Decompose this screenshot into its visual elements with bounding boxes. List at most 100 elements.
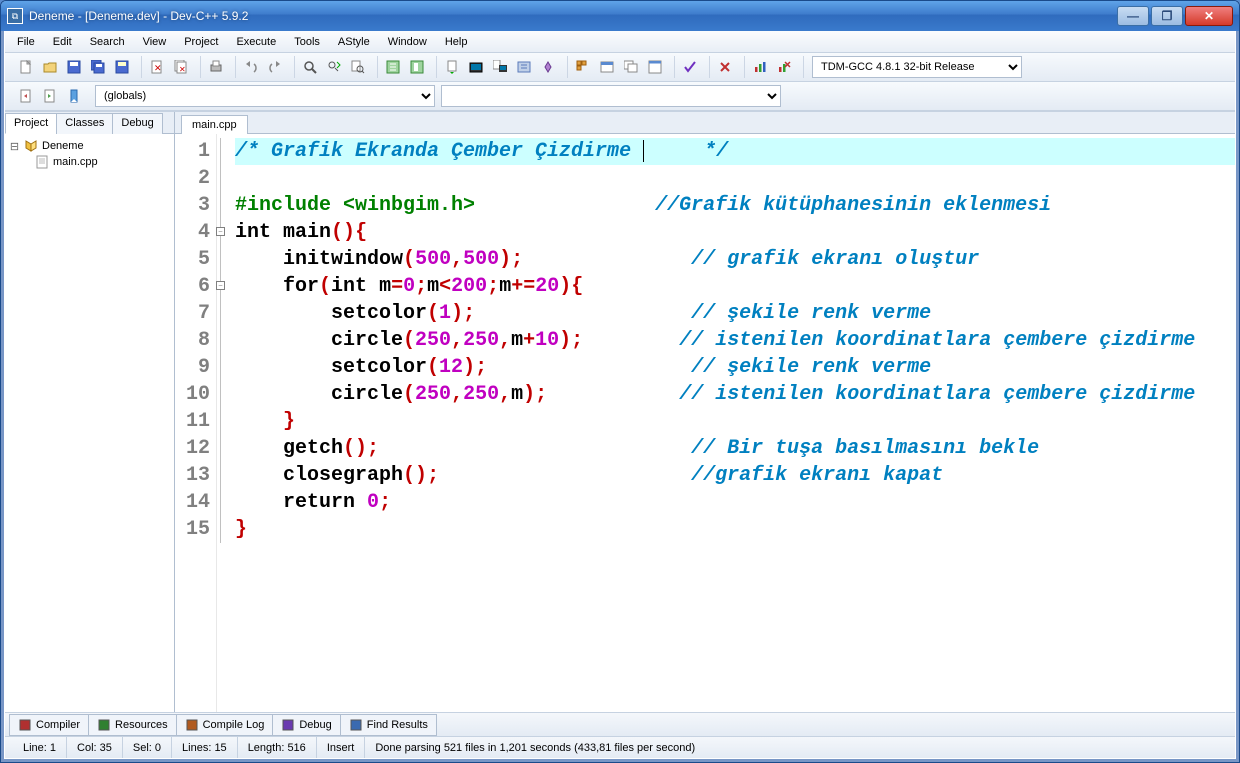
app-window: ⧉ Deneme - [Deneme.dev] - Dev-C++ 5.9.2 … xyxy=(0,0,1240,763)
fold-icon[interactable]: − xyxy=(216,281,225,290)
app-icon: ⧉ xyxy=(7,8,23,24)
close-button[interactable]: ✕ xyxy=(1185,6,1233,26)
menu-astyle[interactable]: AStyle xyxy=(330,34,378,50)
output-tab-find-results[interactable]: Find Results xyxy=(340,714,437,736)
menu-execute[interactable]: Execute xyxy=(228,34,284,50)
code-line[interactable] xyxy=(235,165,1235,192)
code-editor[interactable]: 1234−56−789101112131415 /* Grafik Ekrand… xyxy=(175,134,1235,712)
code-line[interactable]: return 0; xyxy=(235,489,1235,516)
output-tabs: Compiler Resources Compile Log Debug Find Re… xyxy=(5,712,1235,736)
menu-window[interactable]: Window xyxy=(380,34,435,50)
save-all-icon[interactable] xyxy=(87,56,109,78)
profile-icon[interactable] xyxy=(572,56,594,78)
code-line[interactable]: } xyxy=(235,516,1235,543)
tree-file-label: main.cpp xyxy=(53,156,98,168)
code-line[interactable]: circle(250,250,m+10); // istenilen koord… xyxy=(235,327,1235,354)
tab-label: Compile Log xyxy=(203,719,265,731)
find-icon[interactable] xyxy=(299,56,321,78)
menu-search[interactable]: Search xyxy=(82,34,133,50)
find-in-files-icon[interactable] xyxy=(347,56,369,78)
menu-file[interactable]: File xyxy=(9,34,43,50)
maximize-button[interactable]: ❐ xyxy=(1151,6,1183,26)
undo-icon[interactable] xyxy=(240,56,262,78)
code-line[interactable]: closegraph(); //grafik ekranı kapat xyxy=(235,462,1235,489)
menu-project[interactable]: Project xyxy=(176,34,226,50)
run-icon[interactable] xyxy=(465,56,487,78)
replace-icon[interactable] xyxy=(323,56,345,78)
close-all-icon[interactable]: ✕ xyxy=(170,56,192,78)
minimize-button[interactable]: — xyxy=(1117,6,1149,26)
print-icon[interactable] xyxy=(205,56,227,78)
editor-code[interactable]: /* Grafik Ekranda Çember Çizdirme */ #inc… xyxy=(217,134,1235,712)
code-line[interactable]: int main(){ xyxy=(235,219,1235,246)
tab-icon xyxy=(185,718,199,732)
status-mode: Insert xyxy=(317,737,366,758)
output-tab-resources[interactable]: Resources xyxy=(88,714,177,736)
output-tab-compiler[interactable]: Compiler xyxy=(9,714,89,736)
chart-icon[interactable] xyxy=(749,56,771,78)
status-line: Line: 1 xyxy=(13,737,67,758)
title-bar[interactable]: ⧉ Deneme - [Deneme.dev] - Dev-C++ 5.9.2 … xyxy=(1,1,1239,31)
tab-label: Resources xyxy=(115,719,168,731)
code-line[interactable]: setcolor(1); // şekile renk verme xyxy=(235,300,1235,327)
tree-collapse-icon[interactable]: ⊟ xyxy=(9,140,20,153)
menu-view[interactable]: View xyxy=(135,34,175,50)
editor-tab-main[interactable]: main.cpp xyxy=(181,115,248,134)
window-list-icon[interactable] xyxy=(620,56,642,78)
debug-icon[interactable] xyxy=(537,56,559,78)
project-icon xyxy=(24,139,38,153)
menu-tools[interactable]: Tools xyxy=(286,34,328,50)
svg-text:✕: ✕ xyxy=(154,63,162,73)
status-bar: Line: 1 Col: 35 Sel: 0 Lines: 15 Length:… xyxy=(5,736,1235,758)
rebuild-icon[interactable] xyxy=(513,56,535,78)
bookmark-icon[interactable] xyxy=(63,85,85,107)
tab-label: Find Results xyxy=(367,719,428,731)
code-line[interactable]: for(int m=0;m<200;m+=20){ xyxy=(235,273,1235,300)
new-file-icon[interactable] xyxy=(15,56,37,78)
code-line[interactable]: initwindow(500,500); // grafik ekranı ol… xyxy=(235,246,1235,273)
delete-chart-icon[interactable] xyxy=(773,56,795,78)
save-icon[interactable] xyxy=(63,56,85,78)
menu-edit[interactable]: Edit xyxy=(45,34,80,50)
tree-project-node[interactable]: ⊟ Deneme xyxy=(7,138,172,154)
tree-file-node[interactable]: main.cpp xyxy=(7,154,172,170)
close-file-icon[interactable]: ✕ xyxy=(146,56,168,78)
fold-icon[interactable]: − xyxy=(216,227,225,236)
open-file-icon[interactable] xyxy=(39,56,61,78)
editor-gutter[interactable]: 1234−56−789101112131415 xyxy=(175,134,217,712)
code-line[interactable]: } xyxy=(235,408,1235,435)
left-tab-classes[interactable]: Classes xyxy=(56,113,113,134)
output-tab-debug[interactable]: Debug xyxy=(272,714,340,736)
compiler-select[interactable]: TDM-GCC 4.8.1 32-bit Release xyxy=(812,56,1022,78)
compile-icon[interactable] xyxy=(441,56,463,78)
code-line[interactable]: /* Grafik Ekranda Çember Çizdirme */ xyxy=(235,138,1235,165)
editor-tabs: main.cpp xyxy=(175,112,1235,134)
new-window-icon[interactable] xyxy=(596,56,618,78)
clear-icon[interactable] xyxy=(714,56,736,78)
save-project-icon[interactable] xyxy=(111,56,133,78)
toggle-bookmark-icon[interactable] xyxy=(406,56,428,78)
code-line[interactable]: setcolor(12); // şekile renk verme xyxy=(235,354,1235,381)
compile-run-icon[interactable] xyxy=(489,56,511,78)
left-tab-debug[interactable]: Debug xyxy=(112,113,162,134)
tab-label: Compiler xyxy=(36,719,80,731)
class-scope-select[interactable]: (globals) xyxy=(95,85,435,107)
fullscreen-icon[interactable] xyxy=(644,56,666,78)
goto-forward-icon[interactable] xyxy=(39,85,61,107)
code-line[interactable]: #include <winbgim.h> //Grafik kütüphanes… xyxy=(235,192,1235,219)
function-select[interactable] xyxy=(441,85,781,107)
check-icon[interactable] xyxy=(679,56,701,78)
editor-area: main.cpp 1234−56−789101112131415 /* Graf… xyxy=(175,112,1235,712)
redo-icon[interactable] xyxy=(264,56,286,78)
goto-line-icon[interactable] xyxy=(382,56,404,78)
output-tab-compile-log[interactable]: Compile Log xyxy=(176,714,274,736)
menu-help[interactable]: Help xyxy=(437,34,476,50)
left-tab-project[interactable]: Project xyxy=(5,113,57,134)
code-line[interactable]: circle(250,250,m); // istenilen koordina… xyxy=(235,381,1235,408)
file-icon xyxy=(35,155,49,169)
project-tree[interactable]: ⊟ Deneme main.cpp xyxy=(5,134,174,712)
status-message: Done parsing 521 files in 1,201 seconds … xyxy=(365,737,1227,758)
code-line[interactable]: getch(); // Bir tuşa basılmasını bekle xyxy=(235,435,1235,462)
status-length: Length: 516 xyxy=(238,737,317,758)
goto-back-icon[interactable] xyxy=(15,85,37,107)
